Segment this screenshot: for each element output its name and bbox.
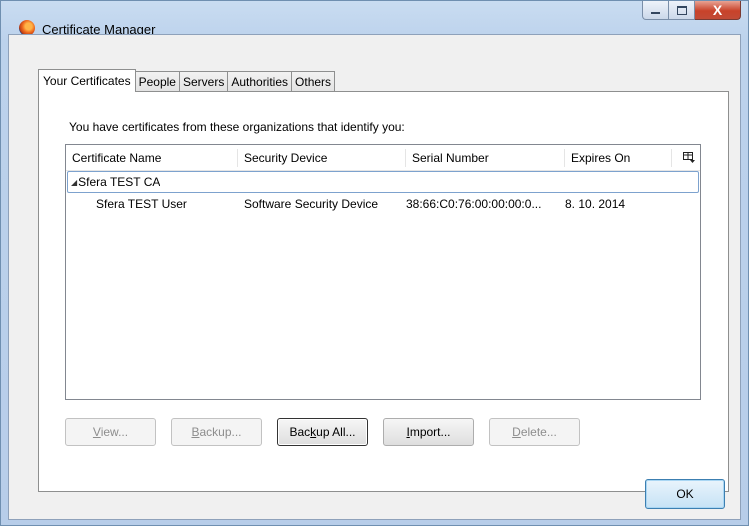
- tab-label: Authorities: [231, 74, 289, 89]
- column-label: Security Device: [244, 150, 328, 165]
- button-label: View...: [92, 425, 129, 439]
- certificate-manager-window: Certificate Manager X Your Certificates …: [0, 0, 749, 526]
- button-label: Delete...: [512, 425, 557, 439]
- tab-strip: Your Certificates People Servers Authori…: [38, 68, 336, 92]
- column-label: Serial Number: [412, 150, 489, 165]
- certificate-tree[interactable]: Certificate Name Security Device Serial …: [65, 144, 701, 400]
- window-controls: X: [642, 1, 741, 21]
- tab-authorities[interactable]: Authorities: [228, 71, 293, 91]
- column-header-serial-number[interactable]: Serial Number: [406, 145, 565, 170]
- button-label: Import...: [406, 425, 451, 439]
- ok-button[interactable]: OK: [645, 479, 725, 509]
- group-name: Sfera TEST CA: [78, 175, 161, 189]
- maximize-button[interactable]: [669, 1, 695, 20]
- button-label: Backup...: [191, 425, 242, 439]
- tab-people[interactable]: People: [135, 71, 180, 91]
- tab-label: People: [138, 74, 176, 89]
- backup-button[interactable]: Backup...: [171, 418, 262, 446]
- tab-your-certificates[interactable]: Your Certificates: [38, 69, 136, 92]
- maximize-icon: [676, 5, 687, 15]
- tab-label: Servers: [182, 74, 225, 89]
- column-label: Expires On: [571, 150, 631, 165]
- close-button[interactable]: X: [695, 1, 741, 20]
- tab-label: Your Certificates: [43, 74, 131, 88]
- backup-all-button[interactable]: Backup All...: [277, 418, 368, 446]
- cell-certificate-name: Sfera TEST User: [96, 197, 187, 211]
- column-header-security-device[interactable]: Security Device: [238, 145, 406, 170]
- dialog-client-area: Your Certificates People Servers Authori…: [8, 34, 741, 520]
- intro-text: You have certificates from these organiz…: [69, 120, 405, 134]
- button-label: OK: [676, 487, 694, 501]
- cell-serial-number: 38:66:C0:76:00:00:00:0...: [406, 197, 542, 211]
- your-certificates-panel: You have certificates from these organiz…: [38, 91, 729, 492]
- column-picker-icon: [683, 152, 695, 163]
- import-button[interactable]: Import...: [383, 418, 474, 446]
- column-label: Certificate Name: [72, 150, 162, 165]
- delete-button[interactable]: Delete...: [489, 418, 580, 446]
- button-label: Backup All...: [289, 425, 356, 439]
- tree-group-row[interactable]: ◢ Sfera TEST CA: [67, 171, 699, 193]
- column-picker-button[interactable]: [672, 145, 700, 170]
- tab-servers[interactable]: Servers: [179, 71, 229, 91]
- action-buttons: View... Backup... Backup All... Import..…: [65, 418, 595, 446]
- tab-label: Others: [295, 74, 332, 89]
- column-header-expires-on[interactable]: Expires On: [565, 145, 672, 170]
- view-button[interactable]: View...: [65, 418, 156, 446]
- cell-security-device: Software Security Device: [244, 197, 379, 211]
- expand-triangle-icon[interactable]: ◢: [71, 178, 77, 187]
- minimize-icon: [651, 12, 660, 14]
- column-header-certificate-name[interactable]: Certificate Name: [66, 145, 238, 170]
- minimize-button[interactable]: [642, 1, 669, 20]
- title-bar[interactable]: Certificate Manager X: [1, 1, 748, 37]
- tree-row[interactable]: Sfera TEST User Software Security Device…: [66, 193, 700, 215]
- close-icon: X: [712, 2, 723, 18]
- tab-others[interactable]: Others: [292, 71, 336, 91]
- tree-header: Certificate Name Security Device Serial …: [66, 145, 700, 171]
- cell-expires-on: 8. 10. 2014: [565, 197, 626, 211]
